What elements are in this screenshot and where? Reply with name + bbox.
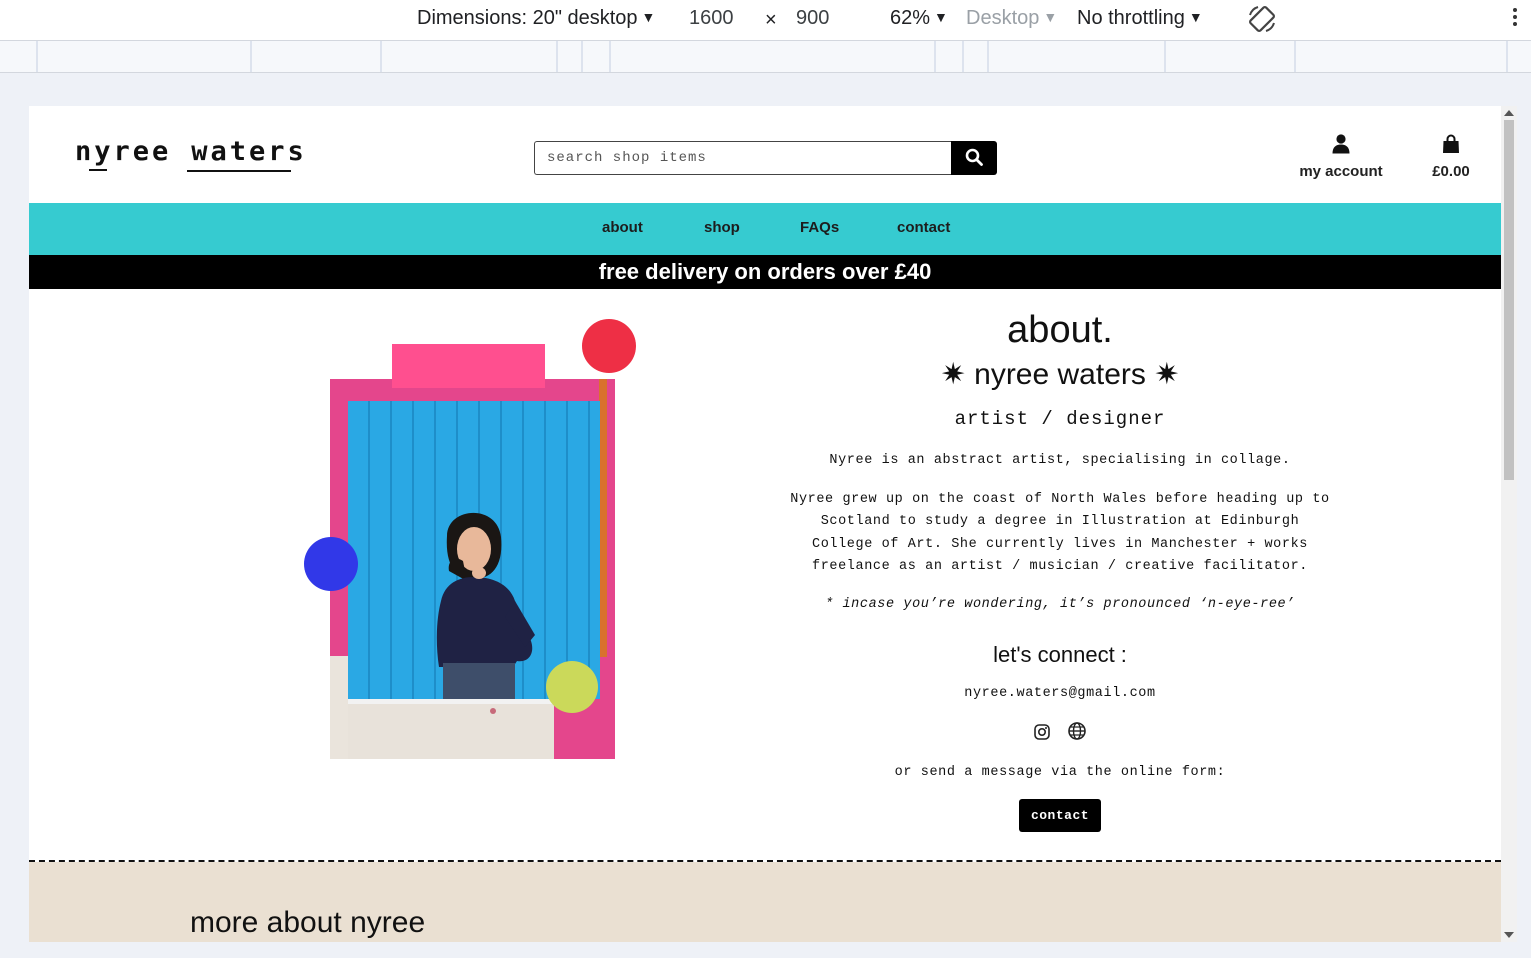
logo-mark (89, 169, 107, 171)
dimensions-dropdown[interactable]: Dimensions: 20" desktop ▼ (417, 7, 655, 30)
search-icon (965, 148, 983, 166)
my-account-link[interactable]: my account (1289, 134, 1393, 180)
collage-door-frame (348, 699, 554, 704)
site-header: nyree waters my account (29, 106, 1501, 203)
my-account-label: my account (1299, 163, 1383, 180)
search-bar (534, 141, 997, 175)
zoom-label: 62% (890, 7, 931, 29)
instagram-icon[interactable] (1033, 723, 1050, 745)
logo-first: nyree (75, 136, 172, 167)
times-symbol: × (765, 9, 777, 31)
scrollbar-thumb[interactable] (1504, 120, 1514, 480)
search-button[interactable] (951, 141, 997, 175)
nav-contact[interactable]: contact (897, 219, 950, 236)
cart-total: £0.00 (1432, 163, 1470, 180)
contact-button[interactable]: contact (1018, 799, 1102, 832)
more-options-icon[interactable] (1513, 8, 1519, 29)
about-bio: Nyree grew up on the coast of North Wale… (769, 489, 1351, 579)
collage-tape (392, 344, 545, 388)
width-input[interactable]: 1600 (689, 7, 734, 30)
logo-second: waters (191, 136, 307, 167)
social-links (769, 721, 1351, 745)
collage-wood-trim (599, 379, 607, 657)
throttling-dropdown[interactable]: No throttling ▼ (1077, 7, 1203, 30)
nav-faqs[interactable]: FAQs (800, 219, 839, 236)
collage-red-dot (582, 319, 636, 373)
site-viewport: nyree waters my account (29, 106, 1501, 942)
zoom-dropdown[interactable]: 62% ▼ (890, 7, 948, 30)
bio-line: Scotland to study a degree in Illustrati… (820, 514, 1300, 529)
form-prompt: or send a message via the online form: (894, 764, 1226, 780)
media-query-ruler (0, 41, 1531, 73)
devtools-toolbar: Dimensions: 20" desktop ▼ 1600 × 900 62% ▼… (0, 0, 1531, 41)
about-intro: Nyree is an abstract artist, specialisin… (829, 453, 1291, 468)
device-type-dropdown[interactable]: Desktop ▼ (966, 7, 1057, 30)
bio-line: Nyree grew up on the coast of North Wale… (790, 491, 1330, 507)
nav-about[interactable]: about (602, 219, 643, 236)
bio-line: freelance as an artist / musician / crea… (812, 559, 1308, 574)
more-about-heading: more about nyree (190, 906, 426, 939)
shopping-bag-icon (1443, 134, 1459, 153)
cart-link[interactable]: £0.00 (1421, 134, 1481, 180)
dimensions-label: Dimensions: 20" desktop (417, 7, 638, 29)
delivery-banner: free delivery on orders over £40 (29, 255, 1501, 289)
collage-blue-dot (304, 537, 358, 591)
search-input[interactable] (534, 141, 951, 175)
throttling-label: No throttling (1077, 7, 1185, 29)
nav-shop[interactable]: shop (704, 219, 740, 236)
scroll-down-icon[interactable] (1504, 932, 1514, 938)
caret-down-icon: ▼ (934, 9, 948, 25)
page-scrollbar[interactable] (1501, 106, 1517, 942)
artist-name: ✷ nyree waters ✷ (940, 358, 1180, 391)
about-content: about. ✷ nyree waters ✷ artist / designe… (769, 306, 1351, 832)
bio-line: College of Art. She currently lives in M… (812, 536, 1308, 552)
globe-icon[interactable] (1068, 721, 1087, 745)
caret-down-icon: ▼ (1043, 9, 1058, 25)
height-input[interactable]: 900 (796, 7, 829, 30)
site-logo[interactable]: nyree waters (75, 136, 307, 167)
collage-floor (348, 699, 554, 759)
pronunciation-note: * incase you’re wondering, it’s pronounc… (825, 596, 1295, 612)
logo-mark (187, 170, 291, 172)
more-about-section: more about nyree (29, 862, 1501, 942)
rotate-icon[interactable] (1246, 3, 1278, 41)
contact-email[interactable]: nyree.waters@gmail.com (769, 683, 1351, 706)
caret-down-icon: ▼ (641, 9, 656, 25)
about-heading: about. (1007, 309, 1113, 351)
scroll-up-icon[interactable] (1504, 110, 1514, 116)
main-nav: about shop FAQs contact (29, 203, 1501, 255)
about-collage (299, 311, 649, 771)
user-icon (1332, 134, 1350, 154)
collage-green-dot (546, 661, 598, 713)
artist-role: artist / designer (954, 408, 1166, 430)
device-type-label: Desktop (966, 7, 1040, 29)
connect-heading: let's connect : (993, 642, 1127, 667)
caret-down-icon: ▼ (1188, 9, 1203, 25)
